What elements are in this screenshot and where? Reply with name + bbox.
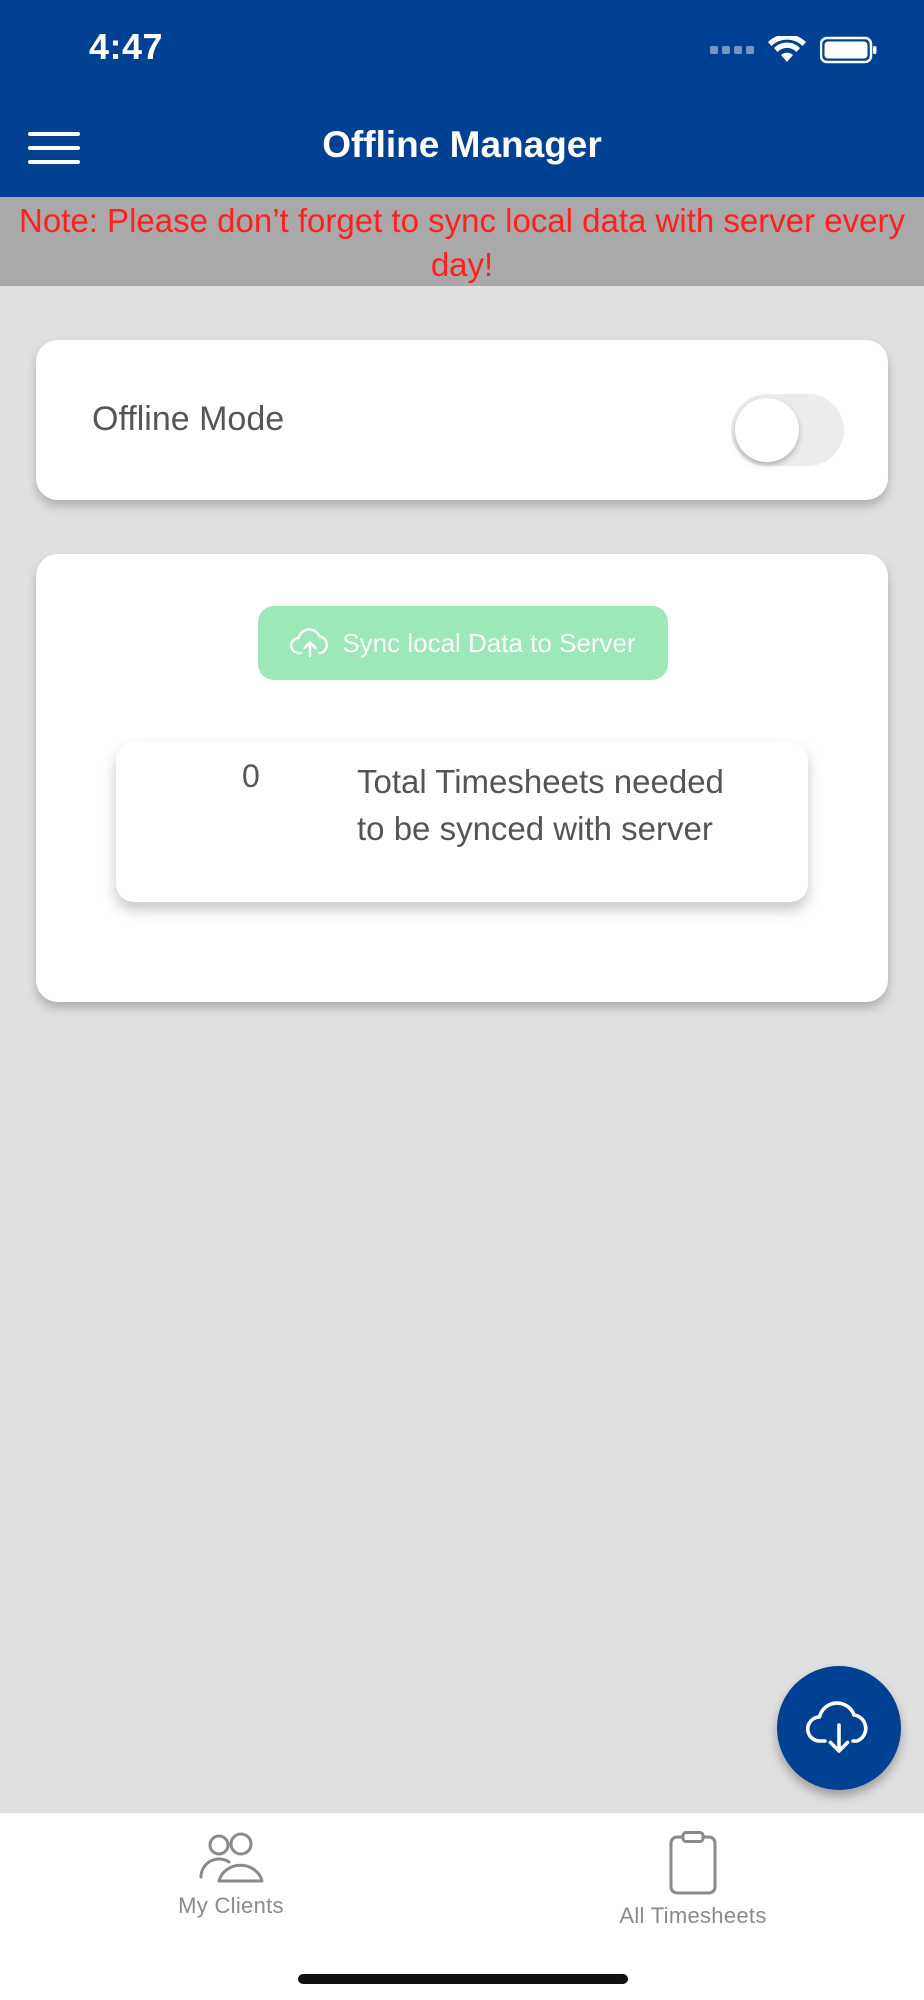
cloud-download-icon (805, 1701, 868, 1753)
sync-card: Sync local Data to Server 0 Total Timesh… (36, 554, 888, 1002)
app-header: 4:47 Offline Manager (0, 0, 924, 197)
sync-button-label: Sync local Data to Server (342, 627, 636, 658)
offline-mode-card: Offline Mode (36, 340, 888, 500)
home-indicator (298, 1974, 628, 1984)
offline-mode-toggle[interactable] (731, 394, 844, 466)
sync-reminder-notice: Note: Please don’t forget to sync local … (0, 197, 924, 286)
users-icon (199, 1832, 264, 1883)
pending-timesheets-count: 0 (242, 758, 260, 794)
offline-mode-label: Offline Mode (92, 400, 285, 438)
download-data-button[interactable] (777, 1666, 901, 1790)
clipboard-icon (669, 1831, 717, 1895)
tab-label: All Timesheets (619, 1903, 767, 1928)
status-icons (710, 30, 878, 70)
tab-my-clients[interactable]: My Clients (81, 1831, 381, 1941)
sync-to-server-button[interactable]: Sync local Data to Server (258, 606, 668, 680)
bottom-tab-bar: My Clients All Timesheets (0, 1812, 924, 2000)
pending-timesheets-label: Total Timesheets needed to be synced wit… (357, 763, 724, 847)
signal-icon (710, 46, 754, 54)
wifi-icon (768, 36, 806, 62)
pending-timesheets-card: 0 Total Timesheets needed to be synced w… (116, 742, 808, 902)
toggle-knob (735, 398, 799, 462)
battery-icon (820, 36, 877, 64)
tab-all-timesheets[interactable]: All Timesheets (543, 1831, 843, 1941)
page-title: Offline Manager (322, 124, 602, 165)
cloud-upload-icon (290, 628, 329, 658)
tab-label: My Clients (178, 1893, 284, 1918)
status-time: 4:47 (89, 26, 164, 67)
